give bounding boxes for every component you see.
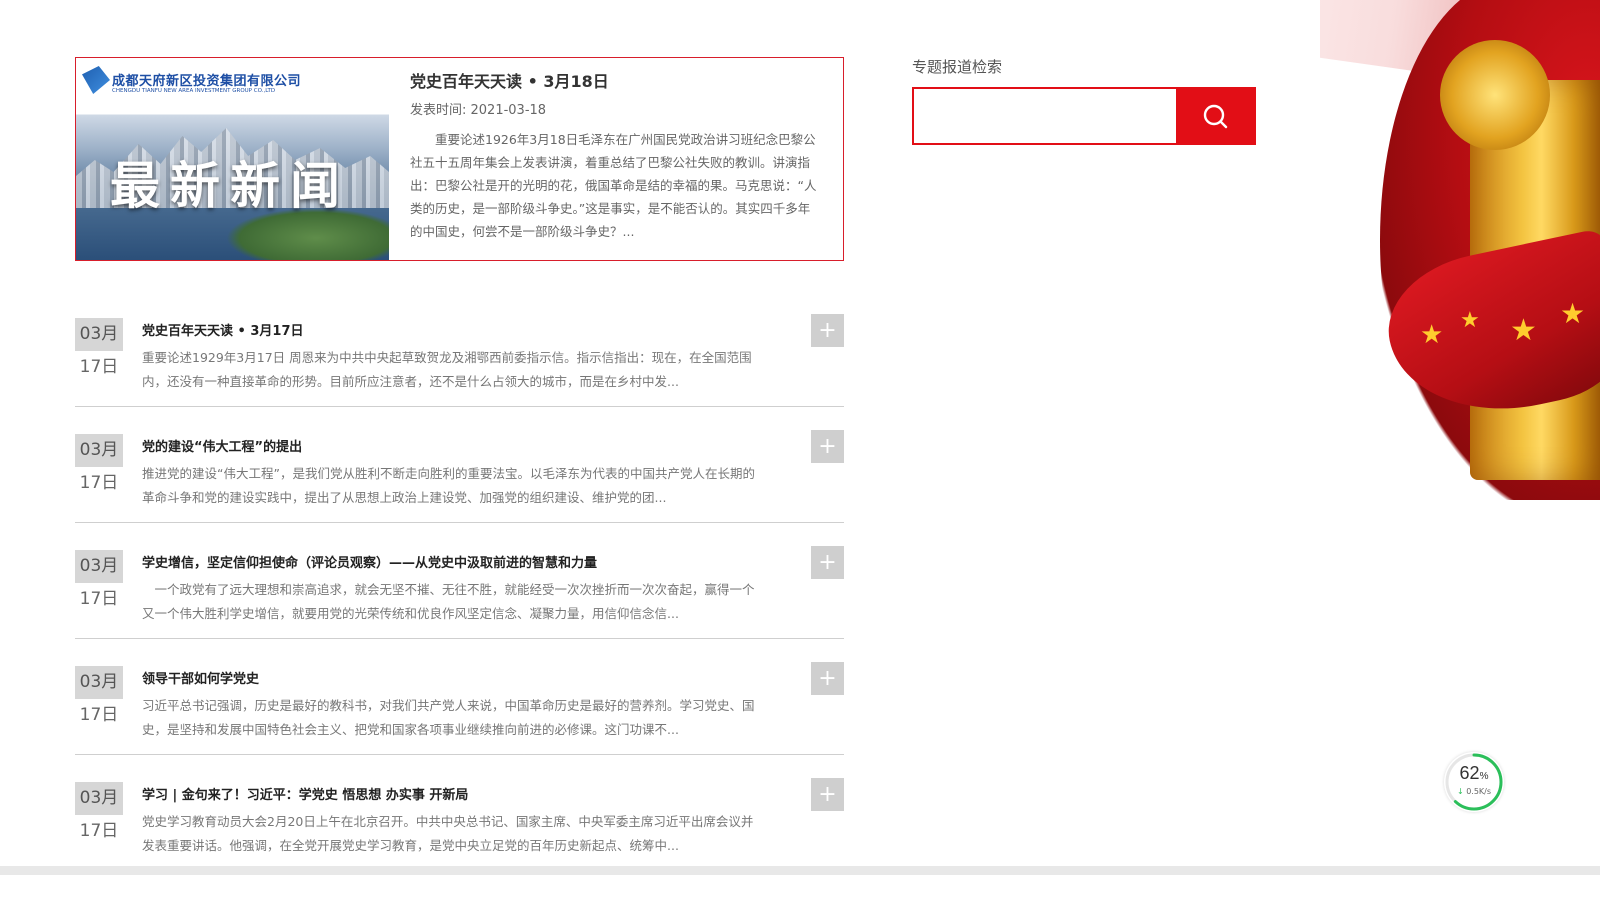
date-month: 03月: [75, 550, 123, 583]
expand-button[interactable]: +: [811, 430, 844, 463]
item-title[interactable]: 领导干部如何学党史: [142, 668, 259, 687]
date-badge: 03月 17日: [75, 782, 123, 848]
date-badge: 03月 17日: [75, 550, 123, 616]
star-icon: ★: [1460, 308, 1480, 333]
date-badge: 03月 17日: [75, 666, 123, 732]
news-list: 03月 17日 党史百年天天读 • 3月17日 重要论述1929年3月17日 周…: [75, 314, 844, 897]
date-month: 03月: [75, 434, 123, 467]
date-badge: 03月 17日: [75, 434, 123, 500]
expand-button[interactable]: +: [811, 662, 844, 695]
item-summary: 习近平总书记强调，历史是最好的教科书，对我们共产党人来说，中国革命历史是最好的营…: [142, 698, 755, 737]
banner-text: 最新新闻: [110, 156, 350, 215]
date-month: 03月: [75, 318, 123, 351]
search-icon: [1203, 104, 1228, 129]
date-day: 17日: [79, 589, 119, 609]
bottom-strip: [0, 866, 1600, 875]
network-percent: 62%: [1444, 763, 1504, 784]
item-summary: 重要论述1929年3月17日 周恩来为中共中央起草致贺龙及湘鄂西前委指示信。指示…: [142, 350, 752, 389]
company-name-en: CHENGDU TIANFU NEW AREA INVESTMENT GROUP…: [112, 88, 276, 94]
featured-summary: 重要论述1926年3月18日毛泽东在广州国民党政治讲习班纪念巴黎公社五十五周年集…: [410, 132, 817, 239]
list-item[interactable]: 03月 17日 学习 | 金句来了！习近平：学党史 悟思想 办实事 开新局 党史…: [75, 778, 844, 870]
expand-button[interactable]: +: [811, 778, 844, 811]
search-label: 专题报道检索: [912, 58, 1003, 76]
search-button[interactable]: [1176, 89, 1254, 143]
star-icon: ★: [1420, 320, 1444, 350]
network-speed-value: 0.5K/s: [1466, 787, 1492, 796]
star-icon: ★: [1510, 313, 1537, 348]
search-box: [912, 87, 1256, 145]
featured-title[interactable]: 党史百年天天读 • 3月18日: [410, 68, 609, 92]
date-day: 17日: [79, 357, 119, 377]
item-title[interactable]: 学史增信，坚定信仰担使命（评论员观察）——从党史中汲取前进的智慧和力量: [142, 552, 597, 571]
company-name: 成都天府新区投资集团有限公司: [112, 74, 302, 89]
network-percent-value: 62: [1459, 763, 1480, 783]
date-day: 17日: [79, 473, 119, 493]
company-logo-icon: [82, 66, 110, 94]
date-month: 03月: [75, 666, 123, 699]
item-summary: 一个政党有了远大理想和崇高追求，就会无坚不摧、无往不胜，就能经受一次次挫折而一次…: [142, 582, 755, 621]
decorative-banner: ★ ★ ★ ★: [1320, 0, 1600, 500]
featured-image[interactable]: 成都天府新区投资集团有限公司 CHENGDU TIANFU NEW AREA I…: [76, 58, 389, 260]
featured-date: 发表时间: 2021-03-18: [410, 103, 547, 118]
list-item[interactable]: 03月 17日 学史增信，坚定信仰担使命（评论员观察）——从党史中汲取前进的智慧…: [75, 546, 844, 639]
item-title[interactable]: 党史百年天天读 • 3月17日: [142, 320, 304, 339]
item-title[interactable]: 学习 | 金句来了！习近平：学党史 悟思想 办实事 开新局: [142, 784, 468, 803]
list-item[interactable]: 03月 17日 党的建设“伟大工程”的提出 推进党的建设“伟大工程”，是我们党从…: [75, 430, 844, 523]
date-month: 03月: [75, 782, 123, 815]
expand-button[interactable]: +: [811, 314, 844, 347]
search-input[interactable]: [914, 89, 1176, 143]
date-day: 17日: [79, 705, 119, 725]
list-item[interactable]: 03月 17日 党史百年天天读 • 3月17日 重要论述1929年3月17日 周…: [75, 314, 844, 407]
item-summary: 党史学习教育动员大会2月20日上午在北京召开。中共中央总书记、国家主席、中央军委…: [142, 814, 754, 853]
date-badge: 03月 17日: [75, 318, 123, 384]
network-speed-widget[interactable]: 62% ↓ 0.5K/s: [1444, 752, 1504, 812]
expand-button[interactable]: +: [811, 546, 844, 579]
network-speed: ↓ 0.5K/s: [1444, 787, 1504, 796]
list-item[interactable]: 03月 17日 领导干部如何学党史 习近平总书记强调，历史是最好的教科书，对我们…: [75, 662, 844, 755]
item-title[interactable]: 党的建设“伟大工程”的提出: [142, 436, 302, 455]
item-summary: 推进党的建设“伟大工程”，是我们党从胜利不断走向胜利的重要法宝。以毛泽东为代表的…: [142, 466, 755, 505]
download-arrow-icon: ↓: [1456, 787, 1464, 796]
featured-article-card[interactable]: 成都天府新区投资集团有限公司 CHENGDU TIANFU NEW AREA I…: [75, 57, 844, 261]
date-day: 17日: [79, 821, 119, 841]
star-icon: ★: [1560, 297, 1586, 330]
percent-sign: %: [1479, 771, 1489, 782]
